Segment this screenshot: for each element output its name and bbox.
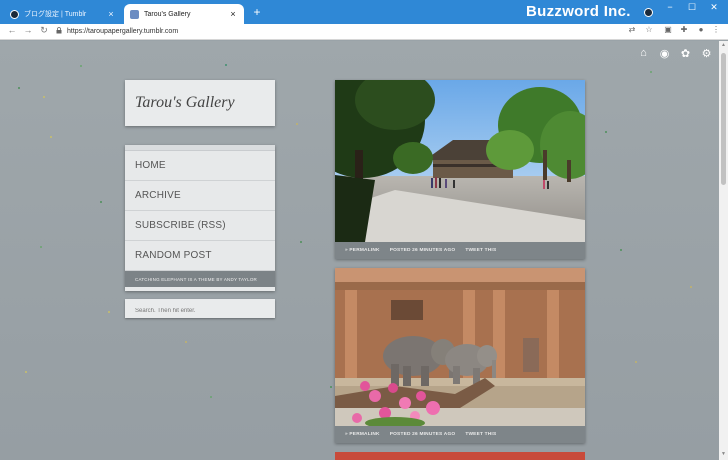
background-speck bbox=[605, 131, 607, 133]
scroll-up-arrow-icon[interactable]: ▲ bbox=[719, 42, 728, 50]
palette-icon[interactable]: ✿ bbox=[679, 47, 692, 60]
post-photo-elephants[interactable] bbox=[335, 268, 585, 426]
menu-item-random-post[interactable]: RANDOM POST bbox=[125, 241, 275, 271]
bookmark-star-icon[interactable]: ☆ bbox=[643, 25, 655, 34]
elephants-image bbox=[335, 268, 585, 426]
screenshot-icon[interactable]: ▣ bbox=[662, 25, 674, 34]
browser-toolbar: ← → ↻ https://taroupapergallery.tumblr.c… bbox=[0, 24, 728, 40]
back-button[interactable]: ← bbox=[6, 25, 18, 35]
reload-button[interactable]: ↻ bbox=[38, 25, 50, 36]
scroll-down-arrow-icon[interactable]: ▼ bbox=[719, 451, 728, 459]
account-icon[interactable]: ● bbox=[695, 25, 707, 34]
tab-tarous-gallery[interactable]: Tarou's Gallery × bbox=[124, 4, 244, 24]
background-speck bbox=[210, 396, 212, 398]
photo-post-partial[interactable] bbox=[335, 452, 585, 460]
profile-icon[interactable] bbox=[644, 8, 653, 17]
background-speck bbox=[635, 361, 637, 363]
search-input[interactable] bbox=[125, 301, 275, 321]
background-speck bbox=[185, 341, 187, 343]
search-box bbox=[125, 299, 275, 321]
background-speck bbox=[300, 241, 302, 243]
gear-icon[interactable]: ⚙ bbox=[700, 47, 713, 60]
menu-dots-icon[interactable]: ⋮ bbox=[710, 25, 722, 34]
site-title-box: Tarou's Gallery bbox=[125, 80, 275, 126]
site-title[interactable]: Tarou's Gallery bbox=[135, 94, 235, 112]
background-speck bbox=[40, 246, 42, 248]
background-speck bbox=[620, 249, 622, 251]
posted-time: POSTED 26 MINUTES AGO bbox=[389, 248, 456, 253]
posted-time: POSTED 26 MINUTES AGO bbox=[389, 432, 456, 437]
tab-title: Tarou's Gallery bbox=[144, 10, 191, 18]
tab-blog-settings[interactable]: ブログ設定 | Tumblr × bbox=[4, 4, 122, 24]
extensions-icon[interactable]: ✚ bbox=[678, 25, 690, 34]
tweet-this-link[interactable]: TWEET THIS bbox=[465, 248, 496, 253]
background-speck bbox=[80, 65, 82, 67]
page-viewport: ⌂ ◉ ✿ ⚙ Tarou's Gallery HOME ARCHIVE SUB… bbox=[0, 41, 719, 460]
theme-credit[interactable]: CATCHING ELEPHANT IS A THEME BY ANDY TAY… bbox=[125, 271, 275, 287]
background-speck bbox=[100, 201, 102, 203]
background-speck bbox=[225, 64, 227, 66]
scroll-thumb[interactable] bbox=[721, 53, 726, 185]
nav-menu: HOME ARCHIVE SUBSCRIBE (RSS) RANDOM POST… bbox=[125, 145, 275, 291]
forward-button[interactable]: → bbox=[22, 25, 34, 35]
address-url: https://taroupapergallery.tumblr.com bbox=[67, 28, 179, 35]
post-photo-park[interactable] bbox=[335, 80, 585, 242]
background-speck bbox=[296, 123, 298, 125]
tweet-this-link[interactable]: TWEET THIS bbox=[465, 432, 496, 437]
tab-close-button[interactable]: × bbox=[228, 9, 238, 19]
brand-watermark: Buzzword Inc. bbox=[526, 3, 631, 20]
gallery-favicon-icon bbox=[130, 9, 139, 19]
background-speck bbox=[50, 136, 52, 138]
maximize-button[interactable]: ☐ bbox=[682, 2, 702, 13]
menu-item-subscribe[interactable]: SUBSCRIBE (RSS) bbox=[125, 211, 275, 241]
lock-icon bbox=[56, 27, 62, 36]
background-speck bbox=[690, 286, 692, 288]
page-scrollbar[interactable]: ▲ ▼ bbox=[719, 41, 728, 460]
photo-post: » PERMALINK POSTED 26 MINUTES AGO TWEET … bbox=[335, 268, 585, 443]
post-meta: » PERMALINK POSTED 26 MINUTES AGO TWEET … bbox=[335, 242, 585, 259]
park-plaza-image bbox=[335, 80, 585, 242]
translate-icon[interactable]: ⇄ bbox=[626, 25, 638, 34]
tumblr-favicon-icon bbox=[10, 9, 19, 19]
permalink-link[interactable]: » PERMALINK bbox=[345, 248, 380, 253]
eye-icon[interactable]: ◉ bbox=[658, 47, 671, 60]
menu-item-home[interactable]: HOME bbox=[125, 151, 275, 181]
menu-item-archive[interactable]: ARCHIVE bbox=[125, 181, 275, 211]
tab-close-button[interactable]: × bbox=[106, 9, 116, 19]
background-speck bbox=[330, 386, 332, 388]
background-speck bbox=[18, 87, 20, 89]
minimize-button[interactable]: − bbox=[660, 2, 680, 12]
tumblr-controls: ⌂ ◉ ✿ ⚙ bbox=[637, 47, 713, 60]
photo-post: » PERMALINK POSTED 26 MINUTES AGO TWEET … bbox=[335, 80, 585, 259]
background-speck bbox=[43, 96, 45, 98]
browser-titlebar: ブログ設定 | Tumblr × Tarou's Gallery × + Buz… bbox=[0, 0, 728, 24]
background-speck bbox=[25, 371, 27, 373]
new-tab-button[interactable]: + bbox=[250, 5, 264, 19]
permalink-link[interactable]: » PERMALINK bbox=[345, 432, 380, 437]
address-bar[interactable]: https://taroupapergallery.tumblr.com bbox=[56, 25, 616, 38]
background-speck bbox=[108, 311, 110, 313]
background-speck bbox=[650, 71, 652, 73]
post-meta: » PERMALINK POSTED 26 MINUTES AGO TWEET … bbox=[335, 426, 585, 443]
close-window-button[interactable]: ✕ bbox=[704, 2, 724, 13]
tab-title: ブログ設定 | Tumblr bbox=[24, 11, 87, 18]
home-icon[interactable]: ⌂ bbox=[637, 47, 650, 60]
